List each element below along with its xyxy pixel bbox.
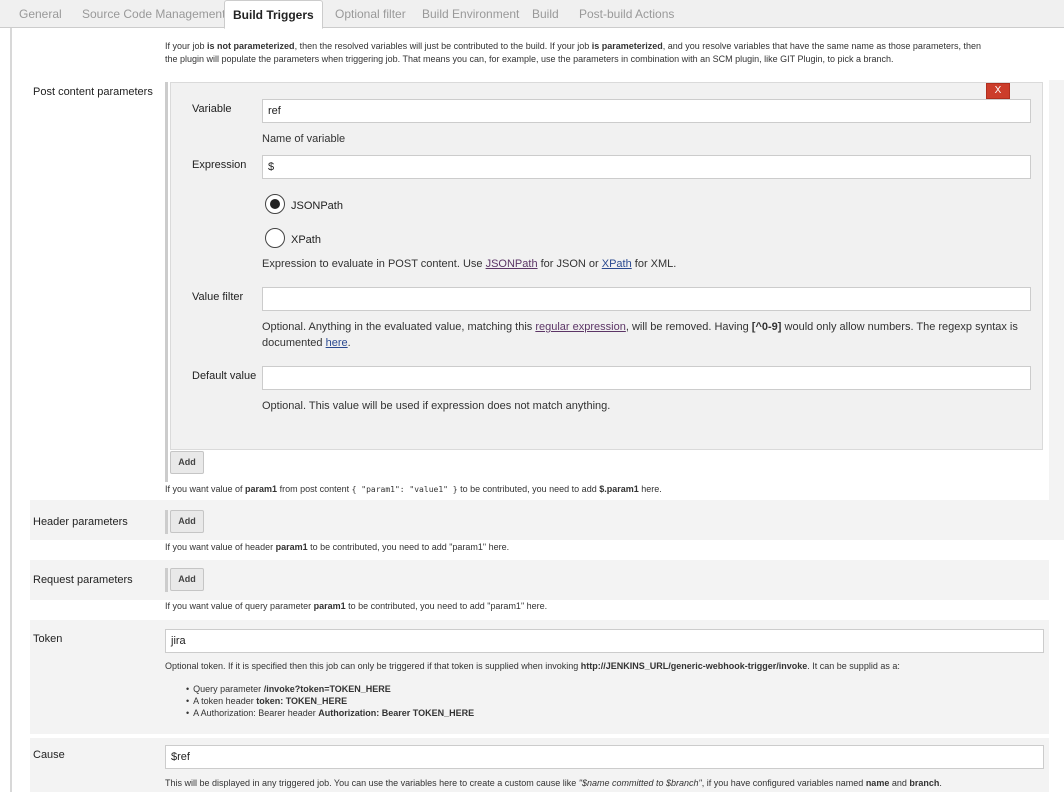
xpath-radio[interactable]: [265, 228, 285, 248]
regular-expression-link[interactable]: regular expression: [535, 321, 626, 333]
tab-post-build-actions[interactable]: Post-build Actions: [579, 7, 674, 21]
default-value-help: Optional. This value will be used if exp…: [262, 400, 611, 412]
default-value-input[interactable]: [262, 366, 1031, 390]
tab-general[interactable]: General: [19, 7, 62, 21]
cause-label: Cause: [33, 749, 65, 761]
list-item: A Authorization: Bearer header Authoriza…: [186, 707, 474, 719]
value-filter-input[interactable]: [262, 287, 1031, 311]
jsonpath-link[interactable]: JSONPath: [486, 258, 538, 270]
section-indent-bar: [165, 568, 168, 592]
variable-label: Variable: [192, 103, 232, 115]
variable-input[interactable]: ref: [262, 99, 1031, 123]
token-input[interactable]: jira: [165, 629, 1044, 653]
header-parameters-help: If you want value of header param1 to be…: [165, 542, 510, 552]
variable-help: Name of variable: [262, 133, 346, 145]
radio-selected-dot: [270, 199, 280, 209]
expression-input[interactable]: $: [262, 155, 1031, 179]
token-methods-list: Query parameter /invoke?token=TOKEN_HERE…: [186, 683, 474, 719]
list-item: Query parameter /invoke?token=TOKEN_HERE: [186, 683, 474, 695]
token-help: Optional token. If it is specified then …: [165, 661, 900, 671]
tab-build-triggers[interactable]: Build Triggers: [224, 0, 323, 29]
default-value-label: Default value: [192, 370, 257, 382]
list-item: A token header token: TOKEN_HERE: [186, 695, 474, 707]
cause-help: This will be displayed in any triggered …: [165, 778, 942, 788]
expression-label: Expression: [192, 159, 247, 171]
expression-help: Expression to evaluate in POST content. …: [262, 258, 677, 270]
section-indent-bar: [165, 510, 168, 534]
regexp-docs-link[interactable]: here: [326, 337, 348, 349]
xpath-link[interactable]: XPath: [602, 258, 632, 270]
tab-source-code-management[interactable]: Source Code Management: [82, 7, 225, 21]
value-filter-help: Optional. Anything in the evaluated valu…: [262, 321, 1018, 349]
add-post-content-parameter-button[interactable]: Add: [170, 451, 204, 474]
tab-bar: General Source Code Management Build Tri…: [0, 0, 1064, 29]
post-content-help: If you want value of param1 from post co…: [165, 484, 662, 494]
jsonpath-radio[interactable]: [265, 194, 285, 214]
intro-help-text: If your job is not parameterized, then t…: [165, 41, 981, 64]
token-label: Token: [33, 633, 63, 645]
jsonpath-radio-label[interactable]: JSONPath: [291, 200, 343, 212]
post-content-parameters-label: Post content parameters: [33, 86, 153, 98]
delete-parameter-button[interactable]: X: [986, 83, 1010, 99]
xpath-radio-label[interactable]: XPath: [291, 234, 321, 246]
add-header-parameter-button[interactable]: Add: [170, 510, 204, 533]
request-parameters-help: If you want value of query parameter par…: [165, 601, 548, 611]
page-left-border: [10, 28, 12, 792]
add-request-parameter-button[interactable]: Add: [170, 568, 204, 591]
scrollbar-track[interactable]: [1049, 80, 1064, 540]
tab-build[interactable]: Build: [532, 7, 559, 21]
section-indent-bar: [165, 82, 168, 482]
value-filter-label: Value filter: [192, 291, 244, 303]
tab-build-environment[interactable]: Build Environment: [422, 7, 519, 21]
cause-input[interactable]: $ref: [165, 745, 1044, 769]
header-parameters-label: Header parameters: [33, 516, 128, 528]
request-parameters-label: Request parameters: [33, 574, 133, 586]
tab-optional-filter[interactable]: Optional filter: [335, 7, 406, 21]
